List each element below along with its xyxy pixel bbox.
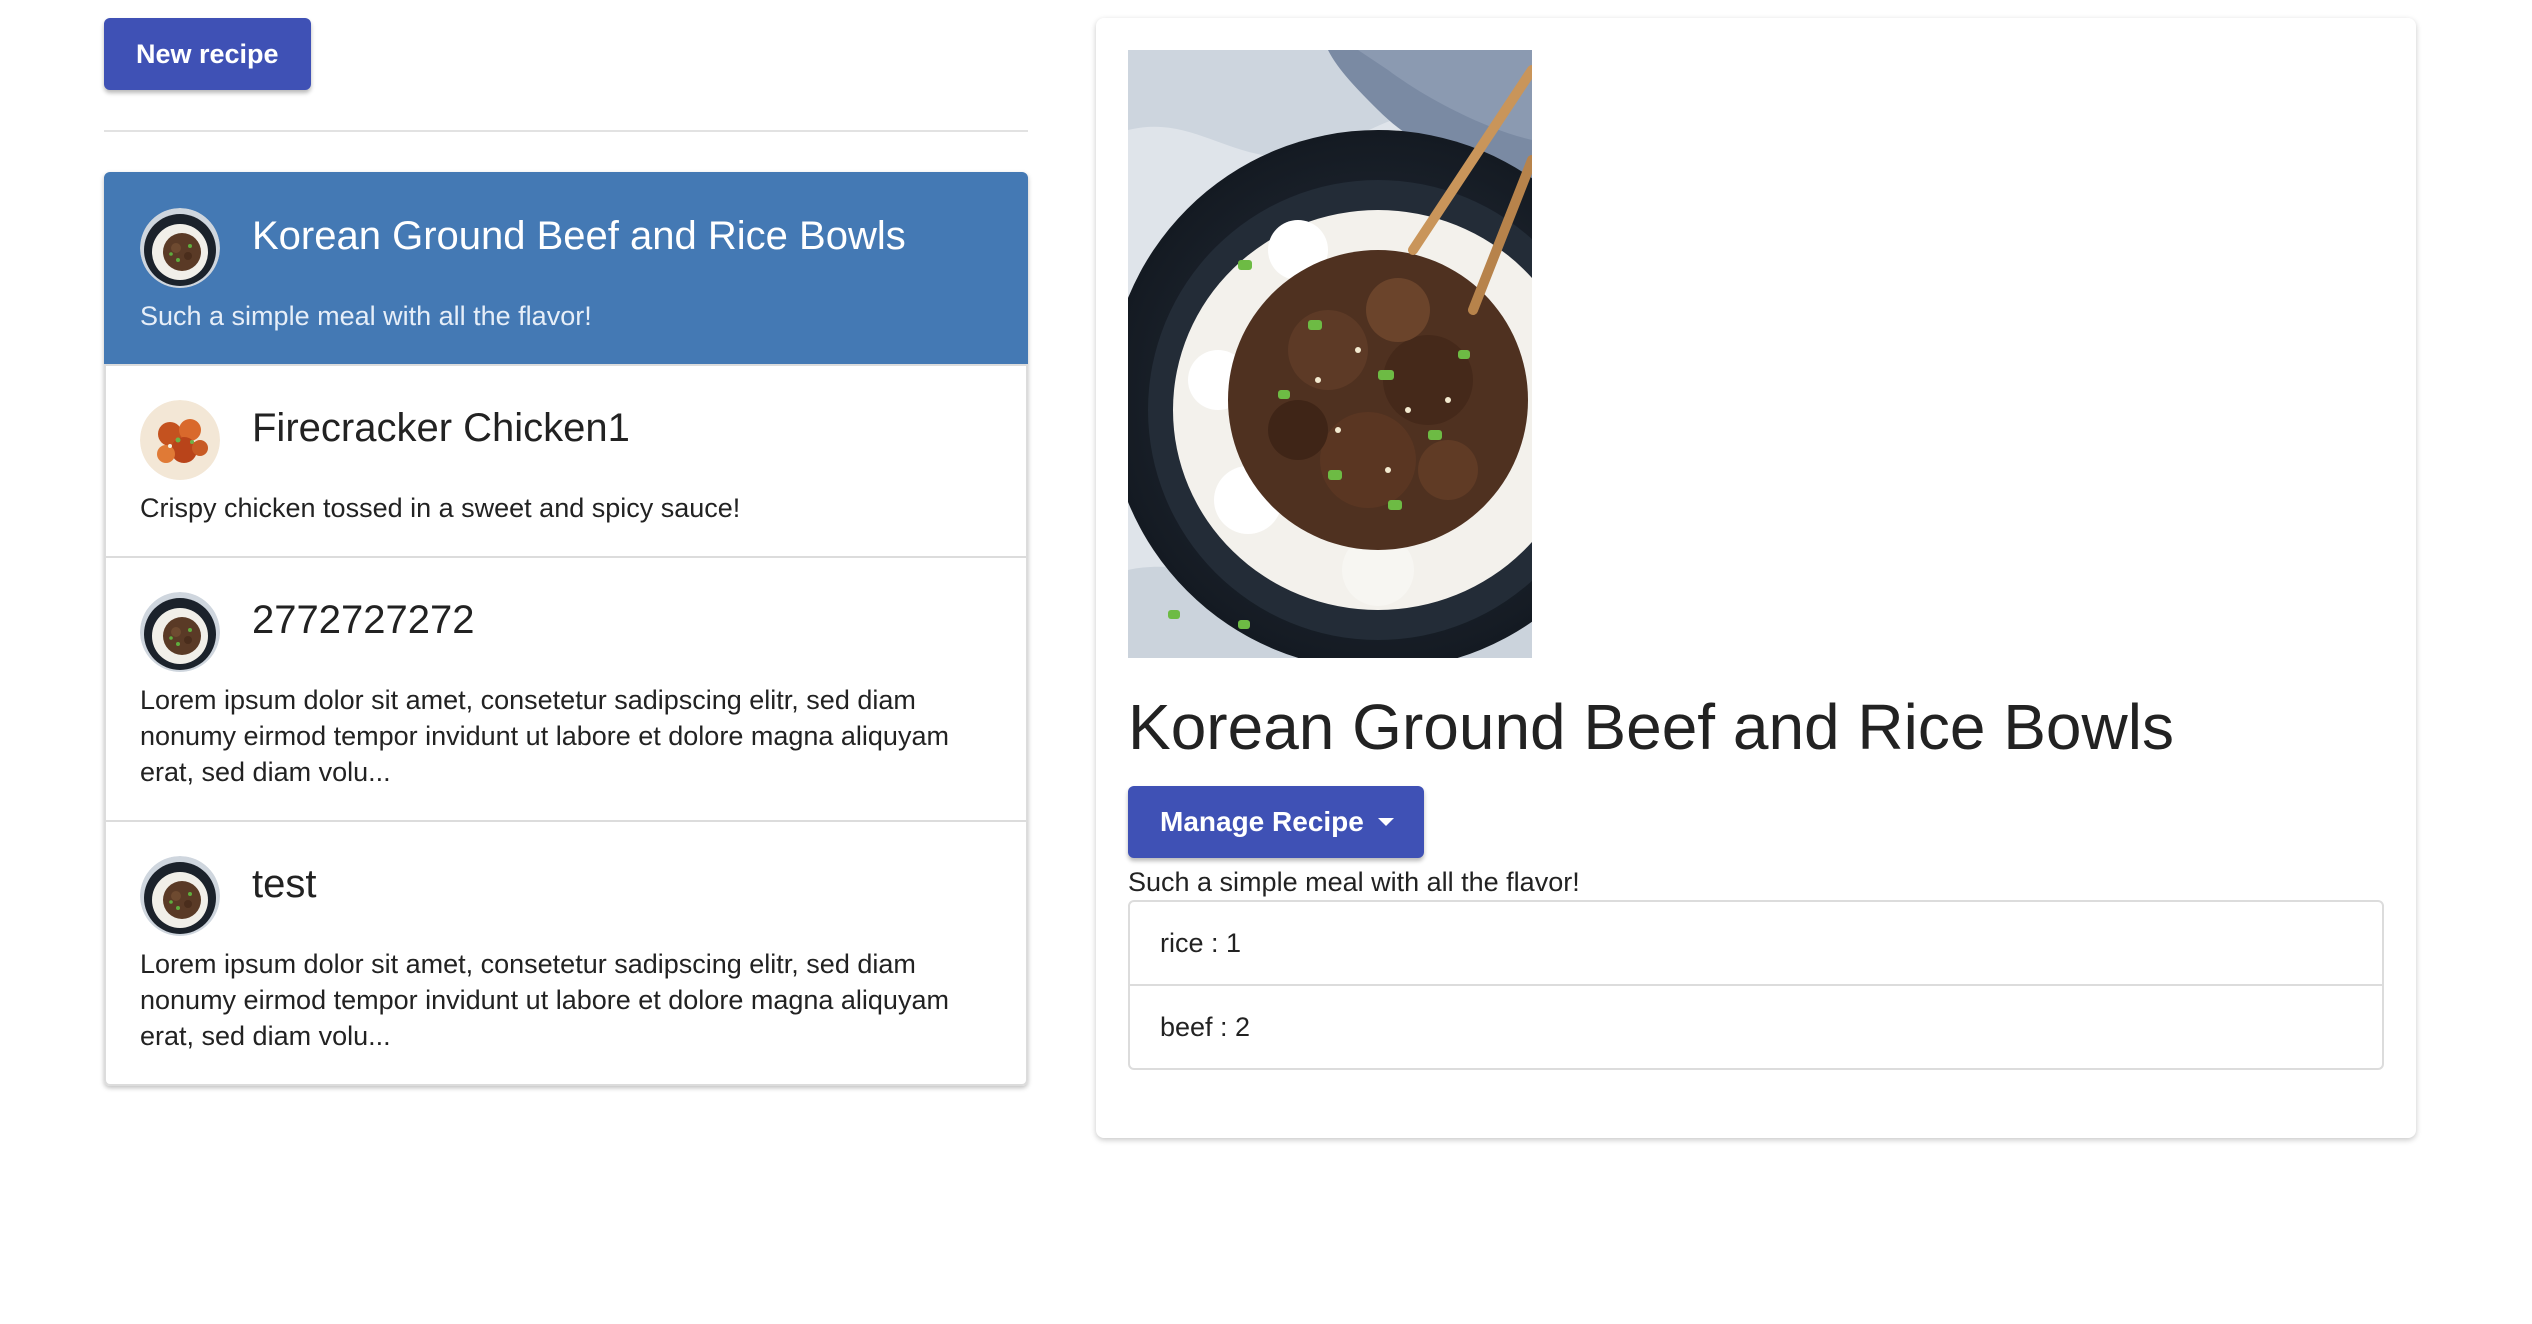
recipe-card-description: Crispy chicken tossed in a sweet and spi… [140,493,741,523]
recipe-card-title: Firecracker Chicken1 [252,406,630,450]
recipe-detail-description: Such a simple meal with all the flavor! [1128,867,1580,897]
recipe-app: New recipe Korean Ground Beef and Rice B… [0,0,2532,1324]
recipe-card-firecracker-chicken[interactable]: Firecracker Chicken1 Crispy chicken toss… [104,364,1028,558]
beef-rice-bowl-thumbnail [140,856,220,936]
recipe-card-title: Korean Ground Beef and Rice Bowls [252,214,906,258]
recipe-card-title: 2772727272 [252,598,475,642]
recipe-detail-panel: Korean Ground Beef and Rice Bowls Manage… [1096,18,2416,1138]
beef-rice-bowl-thumbnail [140,208,220,288]
recipe-card-description: Such a simple meal with all the flavor! [140,301,592,331]
recipe-card-test[interactable]: test Lorem ipsum dolor sit amet, consete… [104,820,1028,1086]
recipe-detail-title: Korean Ground Beef and Rice Bowls [1128,691,2174,763]
recipe-hero-image [1128,50,1532,658]
caret-down-icon [1377,817,1394,826]
ingredient-list: rice : 1 beef : 2 [1128,900,2384,1070]
ingredient-item: rice : 1 [1160,928,1242,958]
firecracker-chicken-thumbnail [140,400,220,480]
recipe-card-2772727272[interactable]: 2772727272 Lorem ipsum dolor sit amet, c… [104,556,1028,822]
recipe-card-title: test [252,862,317,906]
divider [104,130,1028,132]
recipe-list-column: New recipe Korean Ground Beef and Rice B… [104,18,1028,1086]
manage-recipe-label: Manage Recipe [1160,806,1364,837]
recipe-card-korean-beef[interactable]: Korean Ground Beef and Rice Bowls Such a… [104,172,1028,366]
recipe-card-description: Lorem ipsum dolor sit amet, consetetur s… [140,685,949,787]
ingredient-item: beef : 2 [1130,984,2382,1068]
recipe-list: Korean Ground Beef and Rice Bowls Such a… [104,172,1028,1086]
beef-rice-bowl-thumbnail [140,592,220,672]
recipe-card-description: Lorem ipsum dolor sit amet, consetetur s… [140,949,949,1051]
manage-recipe-dropdown-button[interactable]: Manage Recipe [1128,786,1424,858]
new-recipe-button[interactable]: New recipe [104,18,311,90]
